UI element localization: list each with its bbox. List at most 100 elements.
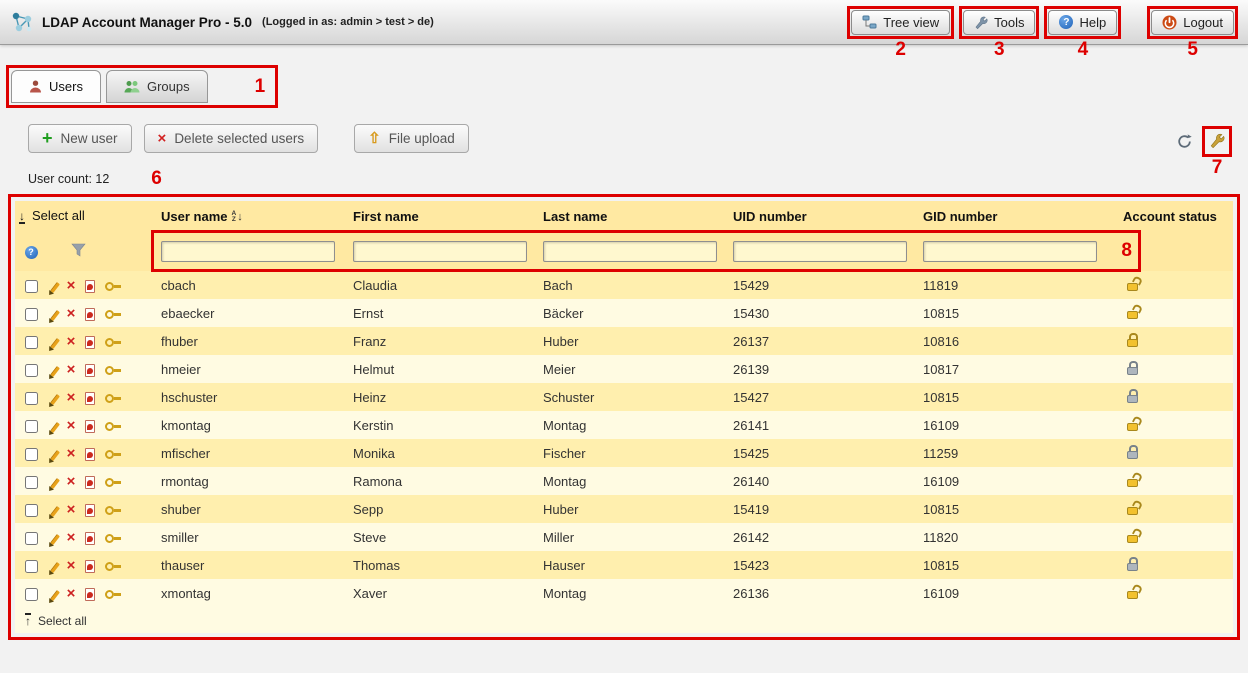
pdf-export-icon[interactable] bbox=[85, 336, 95, 349]
column-header-user-name[interactable]: User nameAZ↓ bbox=[157, 201, 349, 231]
gid-number-cell: 16109 bbox=[919, 579, 1119, 607]
pdf-export-icon[interactable] bbox=[85, 448, 95, 461]
password-change-icon[interactable] bbox=[105, 337, 121, 347]
delete-user-icon[interactable]: × bbox=[67, 476, 76, 488]
password-change-icon[interactable] bbox=[105, 505, 121, 515]
edit-user-icon[interactable] bbox=[50, 281, 60, 292]
row-checkbox[interactable] bbox=[25, 392, 38, 405]
last-name-cell: Fischer bbox=[539, 439, 729, 467]
delete-user-icon[interactable]: × bbox=[67, 448, 76, 460]
app-logo-icon bbox=[10, 10, 34, 34]
user-name-cell[interactable]: cbach bbox=[157, 271, 349, 299]
delete-user-icon[interactable]: × bbox=[67, 392, 76, 404]
filter-gid-number-input[interactable] bbox=[923, 241, 1097, 262]
row-checkbox[interactable] bbox=[25, 476, 38, 489]
wrench-icon bbox=[974, 15, 988, 29]
pdf-export-icon[interactable] bbox=[85, 420, 95, 433]
edit-user-icon[interactable] bbox=[50, 533, 60, 544]
row-checkbox[interactable] bbox=[25, 420, 38, 433]
password-change-icon[interactable] bbox=[105, 477, 121, 487]
delete-user-icon[interactable]: × bbox=[67, 588, 76, 600]
pdf-export-icon[interactable] bbox=[85, 588, 95, 601]
settings-wrench-icon[interactable] bbox=[1209, 132, 1225, 148]
user-name-cell[interactable]: fhuber bbox=[157, 327, 349, 355]
user-name-cell[interactable]: smiller bbox=[157, 523, 349, 551]
delete-selected-users-button[interactable]: × Delete selected users bbox=[144, 124, 319, 153]
user-name-cell[interactable]: shuber bbox=[157, 495, 349, 523]
password-change-icon[interactable] bbox=[105, 281, 121, 291]
pdf-export-icon[interactable] bbox=[85, 392, 95, 405]
tab-users[interactable]: Users bbox=[11, 70, 101, 103]
password-change-icon[interactable] bbox=[105, 533, 121, 543]
user-name-cell[interactable]: kmontag bbox=[157, 411, 349, 439]
password-change-icon[interactable] bbox=[105, 589, 121, 599]
filter-first-name-input[interactable] bbox=[353, 241, 527, 262]
select-all-top[interactable]: ↓Select all bbox=[15, 201, 157, 231]
edit-user-icon[interactable] bbox=[50, 477, 60, 488]
pdf-export-icon[interactable] bbox=[85, 504, 95, 517]
pdf-export-icon[interactable] bbox=[85, 280, 95, 293]
row-checkbox[interactable] bbox=[25, 532, 38, 545]
edit-user-icon[interactable] bbox=[50, 561, 60, 572]
edit-user-icon[interactable] bbox=[50, 505, 60, 516]
pdf-export-icon[interactable] bbox=[85, 476, 95, 489]
edit-user-icon[interactable] bbox=[50, 365, 60, 376]
pdf-export-icon[interactable] bbox=[85, 560, 95, 573]
edit-user-icon[interactable] bbox=[50, 421, 60, 432]
edit-user-icon[interactable] bbox=[50, 449, 60, 460]
delete-user-icon[interactable]: × bbox=[67, 280, 76, 292]
funnel-icon[interactable] bbox=[71, 243, 86, 257]
user-name-cell[interactable]: ebaecker bbox=[157, 299, 349, 327]
logout-button[interactable]: Logout bbox=[1151, 10, 1234, 35]
password-change-icon[interactable] bbox=[105, 561, 121, 571]
password-change-icon[interactable] bbox=[105, 393, 121, 403]
tab-groups[interactable]: Groups bbox=[106, 70, 208, 103]
row-checkbox[interactable] bbox=[25, 364, 38, 377]
row-checkbox[interactable] bbox=[25, 336, 38, 349]
password-change-icon[interactable] bbox=[105, 449, 121, 459]
select-all-bottom[interactable]: ↑Select all bbox=[15, 607, 1233, 633]
password-change-icon[interactable] bbox=[105, 421, 121, 431]
edit-user-icon[interactable] bbox=[50, 309, 60, 320]
row-checkbox[interactable] bbox=[25, 280, 38, 293]
pdf-export-icon[interactable] bbox=[85, 308, 95, 321]
row-checkbox[interactable] bbox=[25, 504, 38, 517]
tools-button[interactable]: Tools bbox=[963, 10, 1035, 35]
pdf-export-icon[interactable] bbox=[85, 532, 95, 545]
file-upload-button[interactable]: ⇧ File upload bbox=[354, 124, 469, 153]
tree-view-button[interactable]: Tree view bbox=[851, 10, 950, 35]
filter-user-name-input[interactable] bbox=[161, 241, 335, 262]
filter-help-icon[interactable]: ? bbox=[25, 246, 38, 259]
row-checkbox[interactable] bbox=[25, 560, 38, 573]
edit-user-icon[interactable] bbox=[50, 589, 60, 600]
help-button[interactable]: ? Help bbox=[1048, 10, 1117, 35]
delete-user-icon[interactable]: × bbox=[67, 364, 76, 376]
refresh-icon[interactable] bbox=[1177, 134, 1192, 149]
user-name-cell[interactable]: rmontag bbox=[157, 467, 349, 495]
user-name-cell[interactable]: mfischer bbox=[157, 439, 349, 467]
delete-user-icon[interactable]: × bbox=[67, 560, 76, 572]
edit-user-icon[interactable] bbox=[50, 393, 60, 404]
new-user-button[interactable]: + New user bbox=[28, 124, 132, 153]
delete-user-icon[interactable]: × bbox=[67, 336, 76, 348]
user-name-cell[interactable]: hschuster bbox=[157, 383, 349, 411]
pdf-export-icon[interactable] bbox=[85, 364, 95, 377]
delete-user-icon[interactable]: × bbox=[67, 420, 76, 432]
select-all-top-label: Select all bbox=[32, 208, 85, 223]
password-change-icon[interactable] bbox=[105, 365, 121, 375]
delete-user-icon[interactable]: × bbox=[67, 532, 76, 544]
account-status-icon bbox=[1127, 395, 1138, 403]
user-name-cell[interactable]: hmeier bbox=[157, 355, 349, 383]
edit-user-icon[interactable] bbox=[50, 337, 60, 348]
filter-uid-number-input[interactable] bbox=[733, 241, 907, 262]
user-name-cell[interactable]: thauser bbox=[157, 551, 349, 579]
password-change-icon[interactable] bbox=[105, 309, 121, 319]
filter-last-name-input[interactable] bbox=[543, 241, 717, 262]
delete-user-icon[interactable]: × bbox=[67, 308, 76, 320]
delete-user-icon[interactable]: × bbox=[67, 504, 76, 516]
row-checkbox[interactable] bbox=[25, 588, 38, 601]
row-checkbox[interactable] bbox=[25, 308, 38, 321]
user-name-cell[interactable]: xmontag bbox=[157, 579, 349, 607]
row-checkbox[interactable] bbox=[25, 448, 38, 461]
users-table: ↓Select all User nameAZ↓ First name Last… bbox=[15, 201, 1233, 633]
